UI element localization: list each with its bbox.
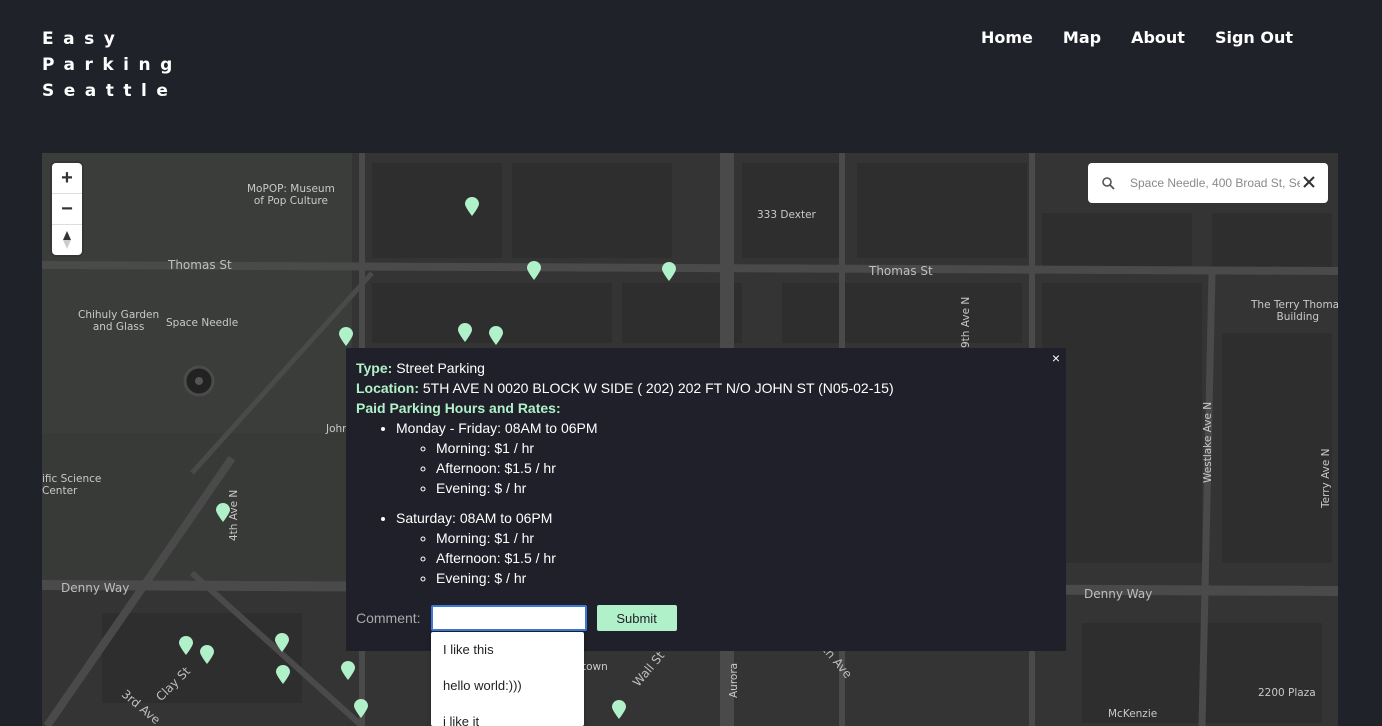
label-science-center: ific Science Center [42, 473, 102, 497]
type-label: Type: [356, 360, 393, 376]
label-mckenzie: McKenzie [1108, 708, 1158, 720]
parking-marker[interactable] [464, 196, 480, 216]
label-mopop: MoPOP: Museum of Pop Culture [247, 183, 335, 207]
type-value: Street Parking [392, 360, 485, 376]
rate-afternoon: Afternoon: $1.5 / hr [436, 548, 1056, 568]
label-9th-ave: 9th Ave N [960, 296, 972, 348]
parking-marker[interactable] [275, 664, 291, 684]
brand-line-2: Parking [42, 55, 182, 75]
schedule-item: Saturday: 08AM to 06PM Morning: $1 / hr … [396, 508, 1056, 588]
brand-line-3: Seattle [42, 81, 178, 101]
brand-line-1: Easy [42, 29, 125, 49]
label-denny-way-west: Denny Way [61, 581, 130, 595]
suggestion-item[interactable]: hello world:))) [431, 668, 584, 704]
comment-form: Comment: Submit [356, 605, 677, 631]
rate-evening: Evening: $ / hr [436, 568, 1056, 588]
parking-marker[interactable] [338, 326, 354, 346]
hours-heading: Paid Parking Hours and Rates: [356, 400, 561, 416]
label-thomas-st-east: Thomas St [869, 264, 933, 278]
nav-map[interactable]: Map [1063, 28, 1101, 47]
submit-button[interactable]: Submit [596, 605, 677, 631]
zoom-out-button[interactable]: − [52, 194, 82, 225]
rate-morning: Morning: $1 / hr [436, 438, 1056, 458]
zoom-in-button[interactable]: + [52, 163, 82, 194]
suggestion-item[interactable]: i like it [431, 704, 584, 726]
label-space-needle: Space Needle [166, 317, 239, 329]
zoom-control: + − [52, 163, 82, 255]
search-input[interactable] [1128, 175, 1302, 191]
parking-marker[interactable] [488, 325, 504, 345]
label-westlake-ave: Westlake Ave N [1202, 401, 1214, 483]
label-town: town [582, 661, 608, 673]
label-aurora: Aurora [728, 662, 740, 698]
brand-logo: Easy Parking Seattle [42, 26, 182, 104]
parking-marker[interactable] [215, 502, 231, 522]
parking-marker[interactable] [178, 635, 194, 655]
location-row: Location: 5TH AVE N 0020 BLOCK W SIDE ( … [356, 378, 1056, 398]
geocoder-search [1088, 163, 1328, 203]
parking-marker[interactable] [611, 699, 627, 719]
schedule-day: Monday - Friday: 08AM to 06PM [396, 420, 598, 436]
parking-marker[interactable] [661, 261, 677, 281]
label-thomas-st-west: Thomas St [168, 258, 232, 272]
parking-marker[interactable] [340, 660, 356, 680]
compass-button[interactable] [52, 225, 82, 255]
search-icon [1102, 177, 1115, 190]
parking-marker[interactable] [353, 698, 369, 718]
schedule-list: Monday - Friday: 08AM to 06PM Morning: $… [356, 418, 1056, 588]
rate-afternoon: Afternoon: $1.5 / hr [436, 458, 1056, 478]
parking-marker[interactable] [526, 260, 542, 280]
label-2200-plaza: 2200 Plaza [1258, 687, 1316, 699]
parking-info-popup: × Type: Street Parking Location: 5TH AVE… [346, 348, 1066, 651]
schedule-day: Saturday: 08AM to 06PM [396, 510, 553, 526]
comment-input[interactable] [430, 605, 587, 631]
clear-search-icon[interactable] [1302, 175, 1316, 189]
label-terry-ave: Terry Ave N [1320, 448, 1332, 508]
nav-sign-out[interactable]: Sign Out [1215, 28, 1293, 47]
compass-icon [63, 231, 71, 249]
location-value: 5TH AVE N 0020 BLOCK W SIDE ( 202) 202 F… [419, 380, 894, 396]
suggestion-item[interactable]: I like this [431, 632, 584, 668]
nav-about[interactable]: About [1131, 28, 1185, 47]
label-denny-way-east: Denny Way [1084, 587, 1153, 601]
parking-marker[interactable] [274, 632, 290, 652]
comment-label: Comment: [356, 610, 421, 626]
schedule-item: Monday - Friday: 08AM to 06PM Morning: $… [396, 418, 1056, 498]
autocomplete-dropdown: I like this hello world:))) i like it [431, 632, 584, 726]
label-chihuly: Chihuly Garden and Glass [78, 309, 160, 333]
label-333-dexter: 333 Dexter [757, 209, 816, 221]
label-terry-thomas: The Terry Thomas Building [1251, 299, 1338, 323]
location-label: Location: [356, 380, 419, 396]
type-row: Type: Street Parking [356, 358, 1056, 378]
parking-marker[interactable] [199, 644, 215, 664]
nav-home[interactable]: Home [981, 28, 1033, 47]
rate-morning: Morning: $1 / hr [436, 528, 1056, 548]
parking-marker[interactable] [457, 322, 473, 342]
main-nav: Home Map About Sign Out [981, 28, 1293, 47]
rate-evening: Evening: $ / hr [436, 478, 1056, 498]
